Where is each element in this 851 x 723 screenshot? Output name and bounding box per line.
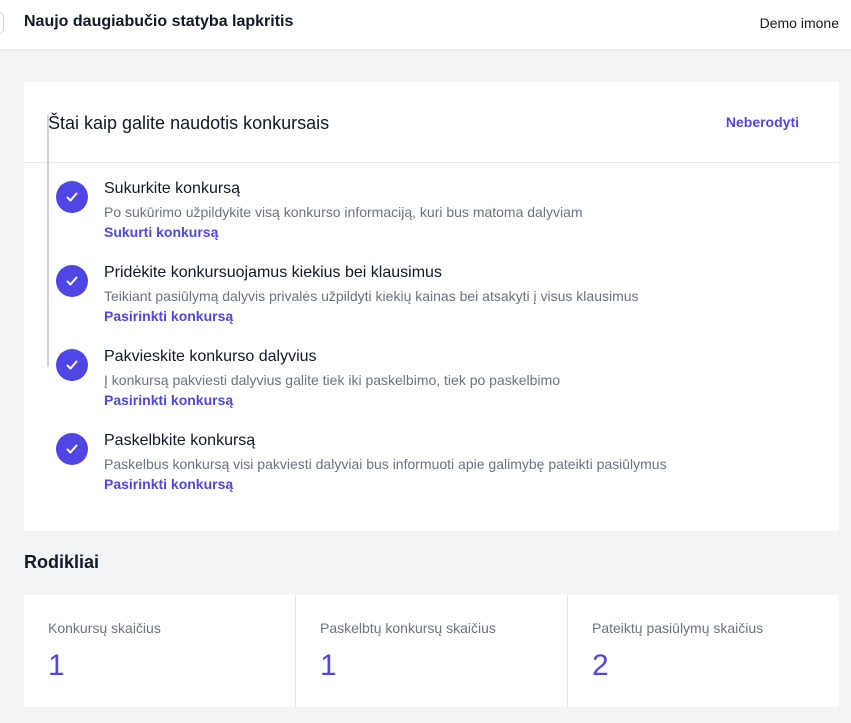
check-circle-icon [56, 349, 88, 381]
stat-value: 2 [592, 649, 609, 682]
stat-value: 1 [320, 649, 337, 682]
stat-label: Paskelbtų konkursų skaičius [320, 620, 496, 636]
step-title: Pridėkite konkursuojamus kiekius bei kla… [104, 264, 442, 281]
guide-header: Štai kaip galite naudotis konkursais Neb… [24, 82, 839, 163]
step-description: Po sukūrimo užpildykite visą konkurso in… [104, 204, 583, 220]
company-menu[interactable]: Demo imone [760, 15, 839, 31]
guide-step: Pridėkite konkursuojamus kiekius bei kla… [24, 247, 839, 331]
stat-card-contests: Konkursų skaičius 1 [24, 595, 296, 707]
step-action-link[interactable]: Sukurti konkursą [104, 224, 218, 240]
check-circle-icon [56, 181, 88, 213]
step-title: Paskelbkite konkursą [104, 432, 256, 449]
stats-heading: Rodikliai [24, 552, 100, 572]
step-title: Sukurkite konkursą [104, 180, 241, 197]
step-title: Pakvieskite konkurso dalyvius [104, 348, 317, 365]
project-title: Naujo daugiabučio statyba lapkritis [24, 13, 294, 30]
step-description: Teikiant pasiūlymą dalyvis privalės užpi… [104, 288, 639, 304]
check-circle-icon [56, 433, 88, 465]
stat-card-offers: Pateiktų pasiūlymų skaičius 2 [568, 595, 839, 707]
step-action-link[interactable]: Pasirinkti konkursą [104, 308, 233, 324]
stat-value: 1 [48, 649, 65, 682]
guide-title: Štai kaip galite naudotis konkursais [48, 113, 330, 133]
check-circle-icon [56, 265, 88, 297]
top-bar: Naujo daugiabučio statyba lapkritis Demo… [0, 0, 851, 50]
guide-step: Paskelbkite konkursą Paskelbus konkursą v… [24, 415, 839, 499]
dismiss-guide-button[interactable]: Neberodyti [726, 114, 799, 130]
step-description: Į konkursą pakviesti dalyvius galite tie… [104, 372, 560, 388]
guide-step: Sukurkite konkursą Po sukūrimo užpildykit… [24, 163, 839, 247]
sidebar-toggle[interactable] [0, 12, 4, 34]
stat-label: Konkursų skaičius [48, 620, 161, 636]
step-description: Paskelbus konkursą visi pakviesti dalyvi… [104, 456, 667, 472]
stat-label: Pateiktų pasiūlymų skaičius [592, 620, 764, 636]
step-action-link[interactable]: Pasirinkti konkursą [104, 476, 233, 492]
stats-cards: Konkursų skaičius 1 Paskelbtų konkursų s… [24, 595, 839, 707]
stat-card-published: Paskelbtų konkursų skaičius 1 [296, 595, 568, 707]
step-action-link[interactable]: Pasirinkti konkursą [104, 392, 233, 408]
guide-step: Pakvieskite konkurso dalyvius Į konkursą … [24, 331, 839, 415]
